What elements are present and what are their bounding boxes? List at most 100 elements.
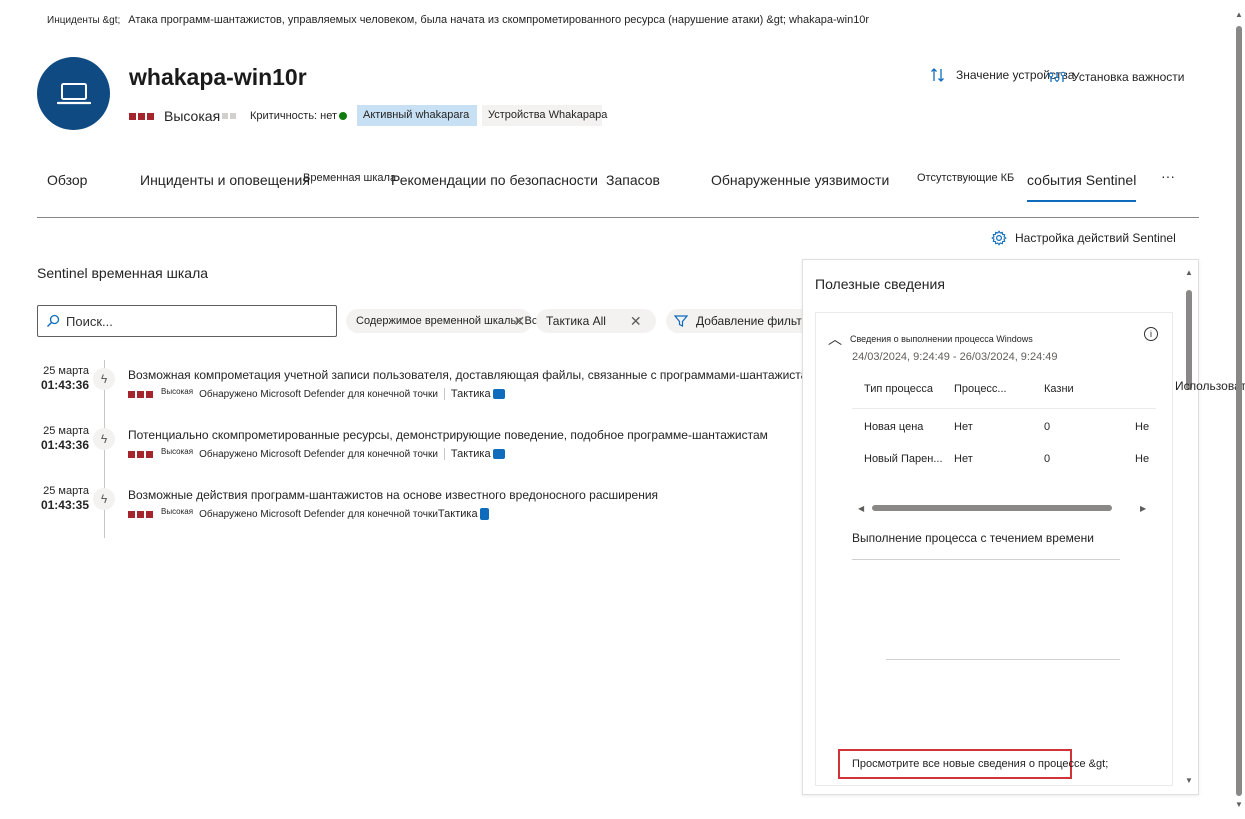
entry-meta: Высокая Обнаружено Microsoft Defender дл… <box>128 446 505 460</box>
entry-time: 01:43:36 <box>40 438 89 452</box>
chart-title: Выполнение процесса с течением времени <box>852 531 1094 545</box>
tab-overview[interactable]: Обзор <box>47 172 87 188</box>
horizontal-scrollbar[interactable]: ◀ ▶ <box>852 501 1156 515</box>
entry-datetime: 25 марта 01:43:36 <box>37 364 89 392</box>
card-date-range: 24/03/2024, 9:24:49 - 26/03/2024, 9:24:4… <box>852 351 1058 363</box>
process-insights-card: ︿ Сведения о выполнении процесса Windows… <box>815 312 1173 786</box>
close-icon[interactable]: ✕ <box>513 313 525 330</box>
criticality-label: Критичность: нет <box>250 110 338 122</box>
filter-tactic-pill[interactable]: Тактика All ✕ <box>536 309 656 333</box>
entry-title[interactable]: Возможные действия программ-шантажистов … <box>128 488 658 502</box>
entry-tactic: Тактика <box>450 448 491 460</box>
timeline-entry[interactable]: 25 марта 01:43:36 ϟ Потенциально скомпро… <box>37 424 827 484</box>
scroll-left-icon[interactable]: ◀ <box>858 504 864 513</box>
table-cell: Новая цена <box>864 421 924 433</box>
tactic-icon <box>492 449 505 459</box>
scrollbar-thumb[interactable] <box>1186 290 1192 390</box>
insights-panel: Полезные сведения ︿ Сведения о выполнени… <box>802 259 1199 795</box>
tag-devices[interactable]: Устройства Whakapapa <box>482 105 607 126</box>
insights-title: Полезные сведения <box>815 276 945 292</box>
tactic-icon <box>492 389 505 399</box>
tab-discovered-vulnerabilities[interactable]: Обнаруженные уязвимости <box>711 172 889 188</box>
tab-incidents-alerts[interactable]: Инциденты и оповещения <box>140 172 310 188</box>
filter-icon <box>674 315 688 327</box>
sentinel-settings-label: Настройка действий Sentinel <box>1015 231 1176 245</box>
column-header[interactable]: Тип процесса <box>864 383 933 395</box>
filter-content-pill[interactable]: Содержимое временной шкалы: Все ✕ <box>346 309 543 333</box>
sentinel-settings-button[interactable]: Настройка действий Sentinel <box>991 230 1176 246</box>
scroll-right-icon[interactable]: ▶ <box>1140 504 1146 513</box>
table-cell: 0 <box>1044 421 1051 433</box>
table-cell: 0 <box>1044 453 1051 465</box>
divider <box>443 448 445 460</box>
timeline-entry[interactable]: 25 марта 01:43:36 ϟ Возможная компромета… <box>37 364 827 424</box>
set-importance-button[interactable]: Установка важности <box>1048 70 1185 84</box>
entry-title[interactable]: Возможная компрометация учетной записи п… <box>128 368 822 382</box>
alert-bolt-icon: ϟ <box>93 368 115 390</box>
file-icon <box>479 508 489 520</box>
info-icon[interactable]: i <box>1144 327 1158 341</box>
breadcrumb: Инциденты &gt; Атака программ-шантажистов… <box>47 14 869 26</box>
entry-meta: Высокая Обнаружено Microsoft Defender дл… <box>128 387 505 400</box>
timeline-title: Sentinel временная шкала <box>37 265 209 281</box>
chevron-up-icon[interactable]: ︿ <box>828 329 842 349</box>
card-header[interactable]: ︿ Сведения о выполнении процесса Windows <box>828 329 1033 349</box>
process-table: Тип процесса Процесс... Казни Новая цена… <box>852 375 1156 475</box>
filter-tactic-label: Тактика All <box>546 314 606 328</box>
entry-severity: Высокая <box>161 446 194 456</box>
tab-more-icon[interactable]: ··· <box>1161 168 1175 184</box>
search-input[interactable]: Поиск... <box>37 305 337 337</box>
severity-bars-icon <box>128 510 153 518</box>
tab-security-recommendations[interactable]: Рекомендации по безопасности <box>391 172 598 188</box>
divider <box>443 388 445 400</box>
sort-arrows-icon <box>931 68 944 82</box>
table-cell: Не <box>1135 421 1150 433</box>
column-header[interactable]: Казни <box>1044 383 1074 395</box>
device-avatar <box>37 57 110 130</box>
table-header: Тип процесса Процесс... Казни <box>852 375 1156 409</box>
severity-grey-bars <box>222 113 237 119</box>
view-all-process-insights-link[interactable]: Просмотрите все новые сведения о процесс… <box>838 749 1108 779</box>
tag-active[interactable]: Активный whakapara <box>357 105 477 126</box>
page-vertical-scrollbar[interactable]: ▲ ▼ <box>1234 10 1244 810</box>
close-icon[interactable]: ✕ <box>630 313 642 330</box>
entry-tactic: Тактика <box>437 508 478 520</box>
entry-datetime: 25 марта 01:43:36 <box>37 424 89 452</box>
tab-missing-kbs[interactable]: Отсутствующие КБ <box>917 172 1014 184</box>
table-cell: Нет <box>954 453 973 465</box>
table-row[interactable]: Новый Парен... Нет 0 Не <box>852 445 1156 475</box>
alert-bolt-icon: ϟ <box>93 488 115 510</box>
search-icon <box>47 314 60 327</box>
entry-time: 01:43:36 <box>40 378 89 392</box>
column-header[interactable]: Процесс... <box>954 383 1007 395</box>
scroll-up-icon[interactable]: ▲ <box>1185 268 1193 277</box>
scroll-down-icon[interactable]: ▼ <box>1185 776 1193 785</box>
tab-timeline[interactable]: Временная шкала <box>303 172 396 184</box>
entry-date: 25 марта <box>43 425 89 437</box>
table-cell: Нет <box>954 421 973 433</box>
gear-icon <box>991 230 1007 246</box>
tab-bar: Обзор Инциденты и оповещения Временная ш… <box>37 160 1199 218</box>
scrollbar-thumb[interactable] <box>1236 26 1242 796</box>
table-row[interactable]: Новая цена Нет 0 Не <box>852 413 1156 443</box>
entry-tactic: Тактика <box>450 388 491 400</box>
timeline-entry[interactable]: 25 марта 01:43:35 ϟ Возможные действия п… <box>37 484 827 544</box>
panel-vertical-scrollbar[interactable]: ▲ ▼ <box>1185 268 1195 788</box>
entry-detected: Обнаружено Microsoft Defender для конечн… <box>199 388 438 400</box>
severity-bars-icon <box>129 112 154 120</box>
entry-date: 25 марта <box>43 365 89 377</box>
severity-bars-icon <box>128 450 153 458</box>
entry-title[interactable]: Потенциально скомпрометированные ресурсы… <box>128 428 768 442</box>
scroll-down-icon[interactable]: ▼ <box>1235 800 1243 809</box>
chart-gridline <box>886 659 1120 660</box>
entry-meta: Высокая Обнаружено Microsoft Defender дл… <box>128 507 489 520</box>
tab-inventory[interactable]: Запасов <box>606 172 660 188</box>
entry-detected: Обнаружено Microsoft Defender для конечн… <box>199 508 438 520</box>
scrollbar-thumb[interactable] <box>872 505 1112 511</box>
tab-sentinel-events[interactable]: события Sentinel <box>1027 172 1137 202</box>
severity-bars-icon <box>128 390 153 398</box>
breadcrumb-incidents[interactable]: Инциденты &gt; <box>47 15 120 26</box>
entry-date: 25 марта <box>43 485 89 497</box>
scroll-up-icon[interactable]: ▲ <box>1235 10 1243 19</box>
laptop-icon <box>56 82 91 104</box>
